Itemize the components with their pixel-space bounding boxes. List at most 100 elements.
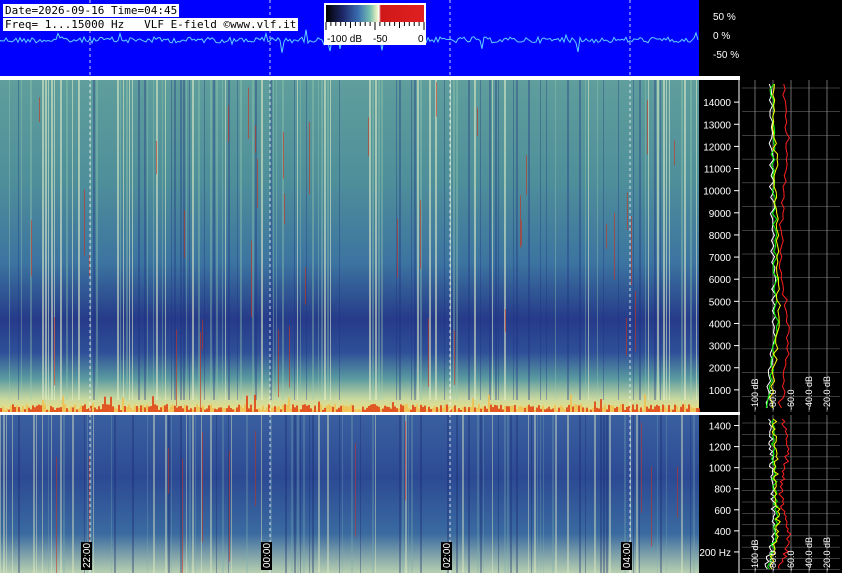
spectrum-profile-lower: -100 dB -80.0 -60.0 -40.0 dB -20.0 dB <box>742 415 840 573</box>
low-band-mark <box>378 406 380 412</box>
spectrogram-stripe <box>339 80 340 400</box>
low-band-mark <box>312 409 314 412</box>
spectrogram-stripe <box>294 80 295 400</box>
low-band-mark <box>574 404 576 412</box>
low-band-mark <box>686 408 688 412</box>
low-band-mark <box>594 401 596 412</box>
low-band-mark <box>320 404 322 412</box>
spectrogram-stripe <box>495 80 497 400</box>
profile-db-label: -40.0 dB <box>804 537 814 571</box>
spectrogram-stripe <box>192 415 194 573</box>
time-label: 00:00 <box>262 543 273 568</box>
spectrogram-stripe <box>669 80 670 400</box>
spectrogram-stripe <box>144 80 146 400</box>
low-band-mark <box>274 406 276 412</box>
sferic-streak <box>520 195 521 248</box>
low-band-mark <box>506 406 508 412</box>
low-band-mark <box>240 405 242 412</box>
low-band-mark <box>322 409 324 412</box>
low-band-mark <box>660 408 662 412</box>
spectrogram-stripe <box>189 80 190 400</box>
spectrogram-stripe <box>195 415 196 573</box>
low-band-mark <box>446 404 448 412</box>
low-band-mark <box>190 408 192 412</box>
spectrogram-stripe <box>294 415 296 573</box>
spectrogram-stripe <box>540 415 541 573</box>
low-band-mark <box>356 409 358 412</box>
low-band-mark <box>584 408 586 412</box>
spectrogram-stripe <box>18 415 20 573</box>
low-band-mark <box>552 408 554 412</box>
spectrogram-stripe <box>63 415 65 573</box>
low-band-mark <box>620 404 622 412</box>
low-band-mark <box>184 404 186 412</box>
low-band-mark <box>696 408 698 412</box>
low-band-mark <box>676 405 678 412</box>
spectrogram-stripe <box>594 415 596 573</box>
low-band-mark <box>486 408 488 412</box>
low-band-mark <box>384 405 386 412</box>
low-band-mark <box>220 407 222 412</box>
low-band-mark <box>308 404 310 412</box>
low-band-mark <box>458 408 460 412</box>
spectrogram-stripe <box>417 80 419 400</box>
low-band-mark <box>92 403 94 412</box>
profile-db-label: -100 dB <box>750 539 760 571</box>
low-band-mark <box>260 409 262 412</box>
low-band-mark <box>148 406 150 412</box>
upper-ytick-label: 7000 <box>709 253 732 264</box>
low-band-mark <box>518 406 520 412</box>
low-band-mark <box>288 397 290 412</box>
low-band-mark <box>626 406 628 412</box>
low-band-mark <box>588 409 590 412</box>
low-band-mark <box>464 406 466 412</box>
spectrogram-stripe <box>324 80 326 400</box>
spectrogram-stripe <box>186 80 187 400</box>
spectrogram-stripe <box>462 415 464 573</box>
spectrogram-stripe <box>72 80 73 400</box>
spectrogram-stripe <box>216 415 217 573</box>
spectrogram-stripe <box>492 80 493 400</box>
low-band-mark <box>300 409 302 412</box>
low-band-mark <box>58 407 60 412</box>
upper-ytick-label: 9000 <box>709 209 732 220</box>
low-band-mark <box>406 404 408 412</box>
colorbar-gradient <box>326 5 424 22</box>
low-band-mark <box>318 401 320 412</box>
low-band-mark <box>126 407 128 412</box>
low-band-mark <box>380 409 382 412</box>
spectrogram-stripe <box>504 415 506 573</box>
low-band-mark <box>80 405 82 412</box>
spectrum-profile-upper: -100 dB -80.0 -60.0 -40.0 dB -20.0 dB <box>742 80 840 412</box>
spectrogram-stripe <box>3 415 5 573</box>
low-band-mark <box>336 409 338 412</box>
low-band-mark <box>302 404 304 412</box>
low-band-mark <box>254 394 256 412</box>
spectrogram-stripe <box>48 80 49 400</box>
low-band-mark <box>338 407 340 412</box>
low-band-mark <box>346 405 348 412</box>
low-band-mark <box>310 408 312 412</box>
sferic-streak <box>477 107 478 137</box>
spectrogram-stripe <box>327 415 329 573</box>
lower-ytick-label: 1200 <box>709 443 732 454</box>
profile-db-label: -80.0 <box>768 550 778 571</box>
spectrogram-stripe <box>375 415 376 573</box>
low-band-mark <box>138 407 140 412</box>
low-band-mark <box>412 404 414 412</box>
sferic-streak <box>184 209 185 258</box>
low-band-mark <box>648 408 650 412</box>
low-band-mark <box>408 408 410 412</box>
spectrogram-stripe <box>369 80 371 400</box>
upper-spectrogram <box>0 80 699 412</box>
low-band-mark <box>180 405 182 412</box>
low-band-mark <box>554 405 556 412</box>
low-band-mark <box>2 406 4 412</box>
low-band-mark <box>52 407 54 412</box>
low-band-mark <box>8 409 10 412</box>
pct-label-mid: 0 % <box>713 31 730 42</box>
spectrogram-stripe <box>312 415 314 573</box>
low-band-mark <box>668 405 670 412</box>
spectrogram-stripe <box>546 80 547 400</box>
spectrogram-stripe <box>492 415 493 573</box>
